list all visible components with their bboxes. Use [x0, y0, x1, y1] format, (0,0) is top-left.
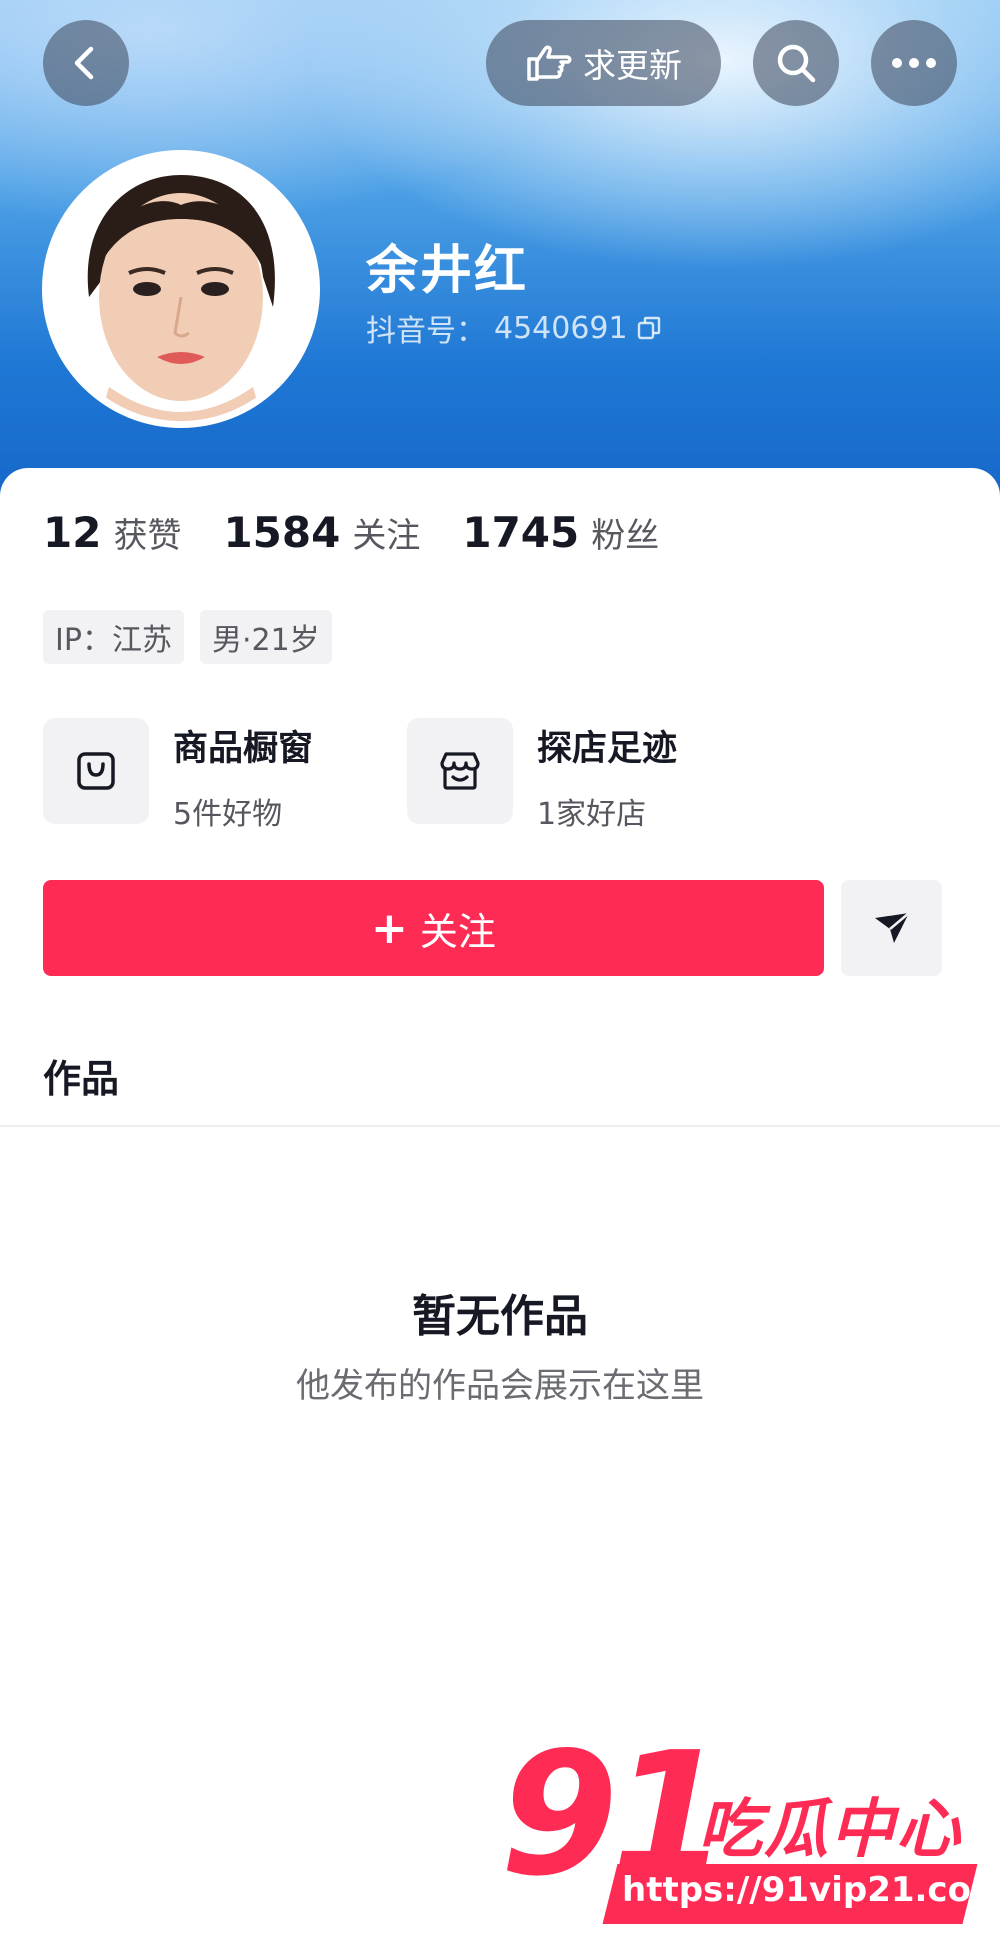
stat-label: 获赞: [113, 516, 182, 556]
profile-tags: IP：江苏 男·21岁: [43, 610, 332, 664]
stats-row: 12 获赞 1584 关注 1745 粉丝: [43, 508, 701, 557]
avatar-portrait: [49, 157, 313, 421]
request-update-button[interactable]: 求更新: [486, 20, 721, 106]
more-button[interactable]: [871, 20, 957, 106]
hand-point-icon: [527, 45, 572, 81]
empty-state-title: 暂无作品: [412, 1291, 588, 1342]
stat-number: 1584: [223, 508, 341, 557]
stat-likes[interactable]: 12 获赞: [43, 508, 181, 557]
empty-state-subtitle: 他发布的作品会展示在这里: [296, 1366, 704, 1406]
store-icon: [440, 752, 480, 790]
profile-name: 余井红: [366, 241, 529, 301]
stat-label: 关注: [352, 516, 421, 556]
watermark-text: 吃瓜中心: [698, 1793, 962, 1867]
tag-ip: IP：江苏: [43, 610, 184, 664]
search-icon: [777, 44, 816, 83]
watermark: 91 吃瓜中心 https://91vip21.com: [500, 1730, 1000, 1930]
store-icon-box: [407, 718, 513, 824]
back-button[interactable]: [43, 20, 129, 106]
store-visits[interactable]: 探店足迹 1家好店: [407, 718, 677, 833]
store-visits-title: 探店足迹: [537, 729, 678, 769]
search-button[interactable]: [753, 20, 839, 106]
avatar[interactable]: [42, 150, 320, 428]
stat-following[interactable]: 1584 关注: [223, 508, 420, 557]
back-icon: [74, 46, 94, 80]
shopping-bag-icon-box: [43, 718, 149, 824]
tag-gender-age: 男·21岁: [199, 610, 332, 664]
stat-number: 1745: [462, 508, 580, 557]
shopping-bag-icon: [77, 752, 115, 790]
follow-button[interactable]: + 关注: [43, 880, 824, 976]
request-update-label: 求更新: [583, 46, 682, 85]
showcase-subtitle: 5件好物: [173, 797, 283, 832]
stat-followers[interactable]: 1745 粉丝: [462, 508, 659, 557]
send-icon: [874, 912, 910, 943]
stat-label: 粉丝: [591, 516, 660, 556]
douyin-id-value: 4540691: [494, 310, 628, 346]
showcase-title: 商品橱窗: [173, 729, 314, 769]
douyin-id-label: 抖音号：: [366, 314, 486, 349]
watermark-url: https://91vip21.com: [622, 1870, 1000, 1910]
product-showcase[interactable]: 商品橱窗 5件好物: [43, 718, 313, 833]
divider: [0, 1125, 1000, 1127]
copy-icon[interactable]: [636, 315, 662, 341]
tab-works[interactable]: 作品: [43, 1048, 119, 1103]
more-icon: [892, 58, 936, 68]
follow-label: 关注: [419, 909, 496, 954]
share-button[interactable]: [841, 880, 942, 976]
douyin-id[interactable]: 抖音号： 4540691: [366, 306, 662, 350]
store-visits-subtitle: 1家好店: [537, 797, 647, 832]
plus-icon: +: [371, 902, 408, 954]
stat-number: 12: [43, 508, 102, 557]
